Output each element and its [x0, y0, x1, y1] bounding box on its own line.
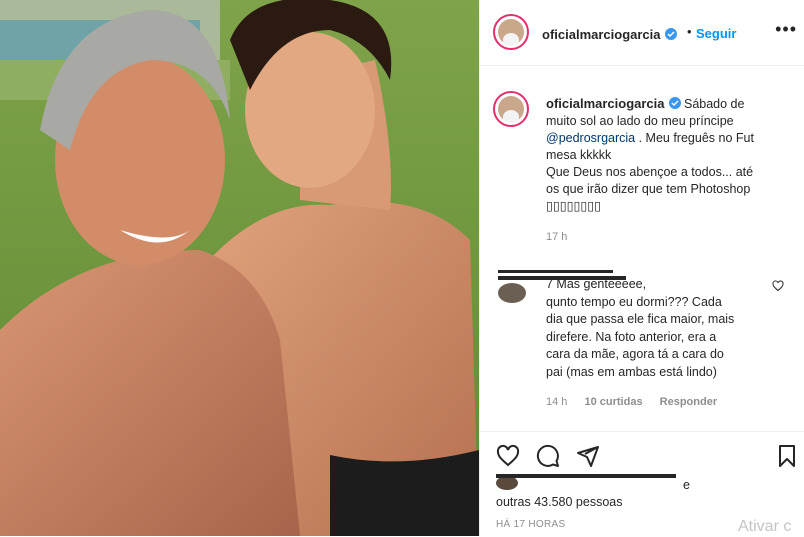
likes-suffix: e — [683, 478, 690, 492]
comment-text: cara da mãe, agora tá a cara do — [546, 347, 724, 361]
follow-button[interactable]: Seguir — [696, 26, 736, 41]
heart-icon[interactable] — [496, 444, 520, 468]
more-options-icon[interactable]: ••• — [775, 20, 797, 38]
post-date: HÁ 17 HORAS — [496, 519, 566, 530]
post-photo[interactable] — [0, 0, 479, 536]
caption-text: muito sol ao lado do meu príncipe — [546, 114, 734, 128]
comment: 7 Mas genteeeee, qunto tempo eu dormi???… — [546, 276, 771, 412]
author-avatar[interactable] — [493, 14, 529, 50]
liker-avatar[interactable] — [496, 476, 518, 490]
comment-meta: 14 h 10 curtidas Responder — [546, 394, 771, 412]
caption-time: 17 h — [546, 231, 568, 243]
post-caption: oficialmarciogarcia Sábado de muito sol … — [546, 95, 796, 246]
redacted-liker-name — [496, 474, 676, 478]
caption-text: . Meu freguês no Fut — [635, 131, 754, 145]
verified-badge-icon — [668, 97, 681, 109]
comment-text: direfere. Na foto anterior, era a — [546, 329, 717, 344]
caption-username[interactable]: oficialmarciogarcia — [546, 96, 665, 111]
photo-image — [0, 0, 479, 536]
caption-text: mesa kkkkk — [546, 148, 612, 162]
author-name-row: oficialmarciogarcia — [542, 26, 677, 44]
commenter-avatar[interactable] — [498, 283, 526, 303]
caption-text: Que Deus nos abençoe a todos... até — [546, 165, 754, 179]
author-username[interactable]: oficialmarciogarcia — [542, 27, 661, 42]
likes-text: outras 43.580 pessoas — [496, 495, 623, 509]
comment-heart-icon[interactable] — [772, 280, 784, 292]
comment-icon[interactable] — [536, 444, 560, 468]
caption-avatar[interactable] — [493, 91, 529, 127]
activation-watermark: Ativar c — [738, 518, 792, 535]
comment-text: dia que passa ele fica maior, mais — [546, 312, 735, 326]
share-icon[interactable] — [576, 444, 600, 468]
post-header: oficialmarciogarcia • Seguir ••• — [480, 0, 804, 66]
comment-time: 14 h — [546, 396, 568, 408]
caption-text: os que irão dizer que tem Photoshop — [546, 182, 751, 196]
caption-text: Sábado de — [683, 97, 745, 111]
caption-mention-link[interactable]: @pedrosrgarcia — [546, 131, 635, 145]
separator-dot: • — [687, 24, 692, 39]
comment-text: qunto tempo eu dormi??? Cada — [546, 294, 722, 309]
comment-likes[interactable]: 10 curtidas — [584, 396, 642, 408]
verified-badge-icon — [664, 28, 677, 40]
bookmark-icon[interactable] — [775, 444, 799, 468]
caption-emoji: ▯▯▯▯▯▯▯▯ — [546, 199, 602, 213]
redacted-commenter-name — [498, 270, 613, 273]
comment-reply-button[interactable]: Responder — [660, 396, 717, 408]
likes-count[interactable]: outras 43.580 pessoas — [496, 495, 622, 509]
post-side-panel: oficialmarciogarcia • Seguir ••• oficial… — [479, 0, 804, 536]
comment-text: pai (mas em ambas está lindo) — [546, 364, 717, 379]
comment-text: 7 Mas genteeeee, — [546, 277, 647, 291]
